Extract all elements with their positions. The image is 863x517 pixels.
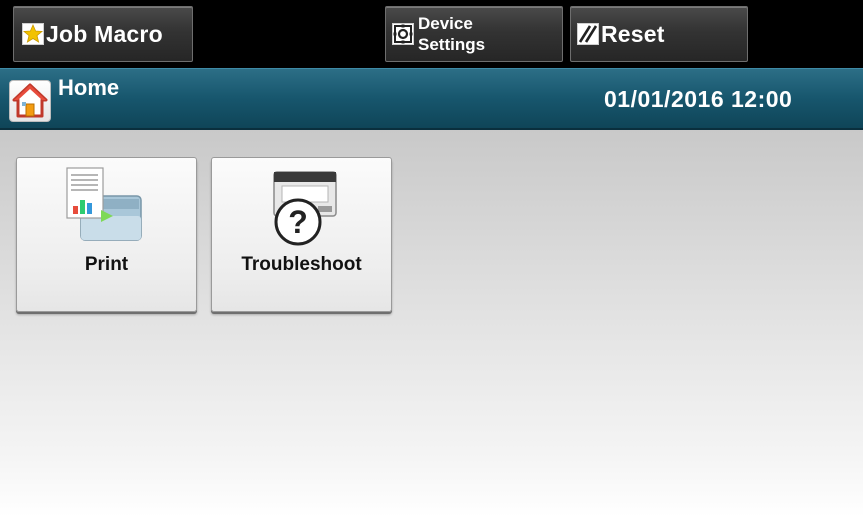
svg-text:?: ?: [288, 204, 308, 240]
page-title: Home: [58, 75, 120, 100]
device-settings-label: Device Settings: [418, 13, 485, 55]
datetime-display: 01/01/2016 12:00: [604, 86, 793, 112]
troubleshoot-label: Troubleshoot: [241, 254, 362, 275]
home-icon[interactable]: [9, 80, 51, 122]
print-label: Print: [84, 254, 129, 275]
print-icon: [65, 166, 149, 255]
print-tile[interactable]: Print: [16, 157, 197, 312]
reset-label: Reset: [601, 20, 665, 47]
device-settings-icon: [392, 23, 414, 45]
device-settings-button[interactable]: Device Settings: [385, 6, 563, 62]
troubleshoot-icon: ?: [260, 166, 344, 255]
reset-icon: [577, 23, 599, 45]
device-settings-label-line2: Settings: [418, 35, 486, 54]
job-macro-button[interactable]: Job Macro: [13, 6, 193, 62]
star-icon: [22, 23, 44, 45]
reset-button[interactable]: Reset: [570, 6, 748, 62]
troubleshoot-tile[interactable]: ? Troubleshoot: [211, 157, 392, 312]
job-macro-label: Job Macro: [46, 20, 163, 47]
device-settings-label-line1: Device: [418, 14, 473, 33]
